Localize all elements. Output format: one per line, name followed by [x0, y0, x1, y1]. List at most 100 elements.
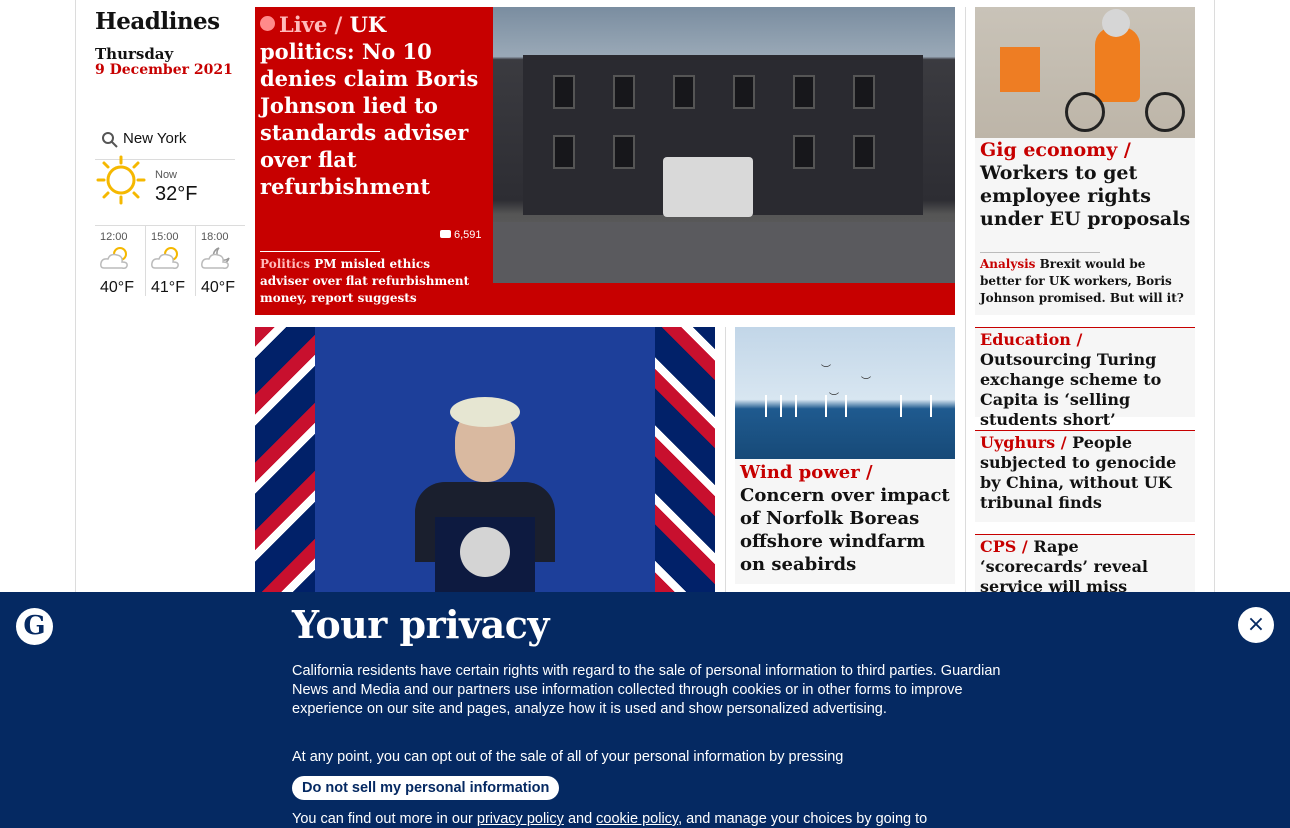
forecast-time: 15:00 — [151, 231, 179, 243]
cloud-sun-icon — [151, 247, 179, 269]
wind-power-story-card[interactable]: ︶ ︶ ︶ Wind power / Concern over impact o… — [735, 327, 955, 584]
cps-story-card[interactable]: CPS / Rape ‘scorecards’ reveal service w… — [975, 534, 1195, 616]
bike-wheel — [1065, 92, 1105, 132]
turbine — [825, 395, 827, 417]
gig-sublink[interactable]: Analysis Brexit would be better for UK w… — [980, 256, 1190, 307]
forecast-temp: 40°F — [100, 279, 134, 296]
courier — [1095, 27, 1140, 102]
wind-kicker: Wind power / — [740, 462, 873, 483]
union-flag — [255, 327, 315, 592]
divider — [980, 252, 1100, 253]
lead-sublink[interactable]: Politics PM misled ethics adviser over f… — [260, 256, 480, 307]
road — [493, 222, 955, 283]
search-icon — [102, 132, 118, 148]
speaker-hair — [450, 397, 520, 427]
privacy-links-paragraph: You can find out more in our privacy pol… — [292, 810, 927, 828]
lead-story-card[interactable]: Live / UK politics: No 10 denies claim B… — [255, 7, 955, 315]
wind-headline[interactable]: Wind power / Concern over impact of Norf… — [740, 461, 952, 576]
cloud-moon-icon — [201, 247, 230, 269]
uyghurs-story-card[interactable]: Uyghurs / People subjected to genocide b… — [975, 430, 1195, 522]
gig-headline[interactable]: Gig economy / Workers to get employee ri… — [980, 139, 1192, 231]
cookie-policy-link[interactable]: cookie policy — [596, 811, 678, 827]
window — [553, 75, 575, 109]
turbine — [845, 395, 847, 417]
close-icon[interactable]: × — [1238, 607, 1274, 643]
privacy-paragraph: California residents have certain rights… — [292, 663, 1001, 717]
window — [853, 75, 875, 109]
story-kicker: CPS / — [980, 537, 1028, 556]
privacy-text: and — [567, 811, 593, 827]
courier-image — [975, 7, 1195, 138]
turbine — [900, 395, 902, 417]
section-heading: Headlines — [95, 8, 220, 35]
turbine — [765, 395, 767, 417]
story-headline[interactable]: Uyghurs / People subjected to genocide b… — [980, 433, 1192, 513]
do-not-sell-button[interactable]: Do not sell my personal information — [292, 776, 560, 800]
window — [553, 135, 575, 169]
privacy-text: You can find out more in our — [292, 811, 473, 827]
window — [793, 75, 815, 109]
sublink-kicker: Politics — [260, 257, 310, 271]
cloud-sun-icon — [100, 247, 128, 269]
headlines-sidebar: Headlines Thursday 9 December 2021 New Y… — [95, 8, 245, 296]
story-headline[interactable]: Education / Outsourcing Turing exchange … — [980, 330, 1192, 430]
guardian-logo-letter: G — [23, 611, 46, 641]
royal-crest — [460, 527, 510, 577]
gig-economy-story-card[interactable]: Gig economy / Workers to get employee ri… — [975, 7, 1195, 315]
window — [613, 135, 635, 169]
van — [663, 157, 753, 217]
weather-now-label: Now — [155, 169, 178, 181]
comment-count-value: 6,591 — [454, 229, 482, 241]
lead-headline[interactable]: Live / UK politics: No 10 denies claim B… — [260, 11, 485, 200]
story-headline-text: Outsourcing Turing exchange scheme to Ca… — [980, 350, 1162, 429]
story-kicker: Uyghurs / — [980, 433, 1067, 452]
privacy-text: , and manage your choices by going to — [678, 811, 928, 827]
weather-forecast: 12:00 40°F 15:00 41°F 18:00 40°F — [95, 225, 245, 296]
story-kicker: Education / — [980, 330, 1083, 349]
sublink-kicker: Analysis — [980, 257, 1036, 271]
wind-headline-text: Concern over impact of Norfolk Boreas of… — [740, 485, 950, 575]
bird-icon: ︶ — [829, 393, 839, 404]
turbine — [930, 395, 932, 417]
forecast-item: 18:00 40°F — [195, 226, 245, 296]
gig-headline-text: Workers to get employee rights under EU … — [980, 162, 1191, 230]
turbine — [780, 395, 782, 417]
forecast-temp: 40°F — [201, 279, 235, 296]
turbine — [795, 395, 797, 417]
comment-icon — [440, 230, 451, 238]
downing-street-image[interactable] — [493, 7, 955, 283]
date: 9 December 2021 — [95, 62, 233, 78]
divider — [965, 7, 966, 592]
weather-now-temp: 32°F — [155, 183, 198, 205]
privacy-policy-link[interactable]: privacy policy — [477, 811, 564, 827]
lead-kicker: Live / — [279, 12, 343, 37]
bird-icon: ︶ — [821, 365, 831, 376]
divider — [725, 327, 726, 592]
forecast-item: 12:00 40°F — [95, 226, 145, 296]
press-conference-image[interactable] — [255, 327, 715, 592]
window — [733, 75, 755, 109]
forecast-temp: 41°F — [151, 279, 185, 296]
forecast-time: 18:00 — [201, 231, 229, 243]
delivery-bag — [1000, 47, 1040, 92]
divider — [260, 251, 380, 252]
bird-icon: ︶ — [861, 377, 871, 388]
comment-count[interactable]: 6,591 — [440, 229, 482, 241]
window — [793, 135, 815, 169]
window — [673, 75, 695, 109]
forecast-item: 15:00 41°F — [145, 226, 195, 296]
education-story-card[interactable]: Education / Outsourcing Turing exchange … — [975, 327, 1195, 429]
weekday: Thursday — [95, 45, 174, 63]
gig-kicker: Gig economy / — [980, 139, 1131, 161]
forecast-time: 12:00 — [100, 231, 128, 243]
courier-helmet — [1102, 9, 1130, 37]
guardian-logo: G — [16, 608, 53, 645]
windfarm-image: ︶ ︶ ︶ — [735, 327, 955, 459]
sun-icon — [96, 155, 146, 205]
privacy-paragraph: At any point, you can opt out of the sal… — [292, 749, 844, 765]
privacy-banner: G Your privacy California residents have… — [0, 592, 1290, 828]
live-indicator-icon — [260, 16, 275, 31]
bike-wheel — [1145, 92, 1185, 132]
privacy-title: Your privacy — [292, 602, 550, 647]
union-flag — [655, 327, 715, 592]
